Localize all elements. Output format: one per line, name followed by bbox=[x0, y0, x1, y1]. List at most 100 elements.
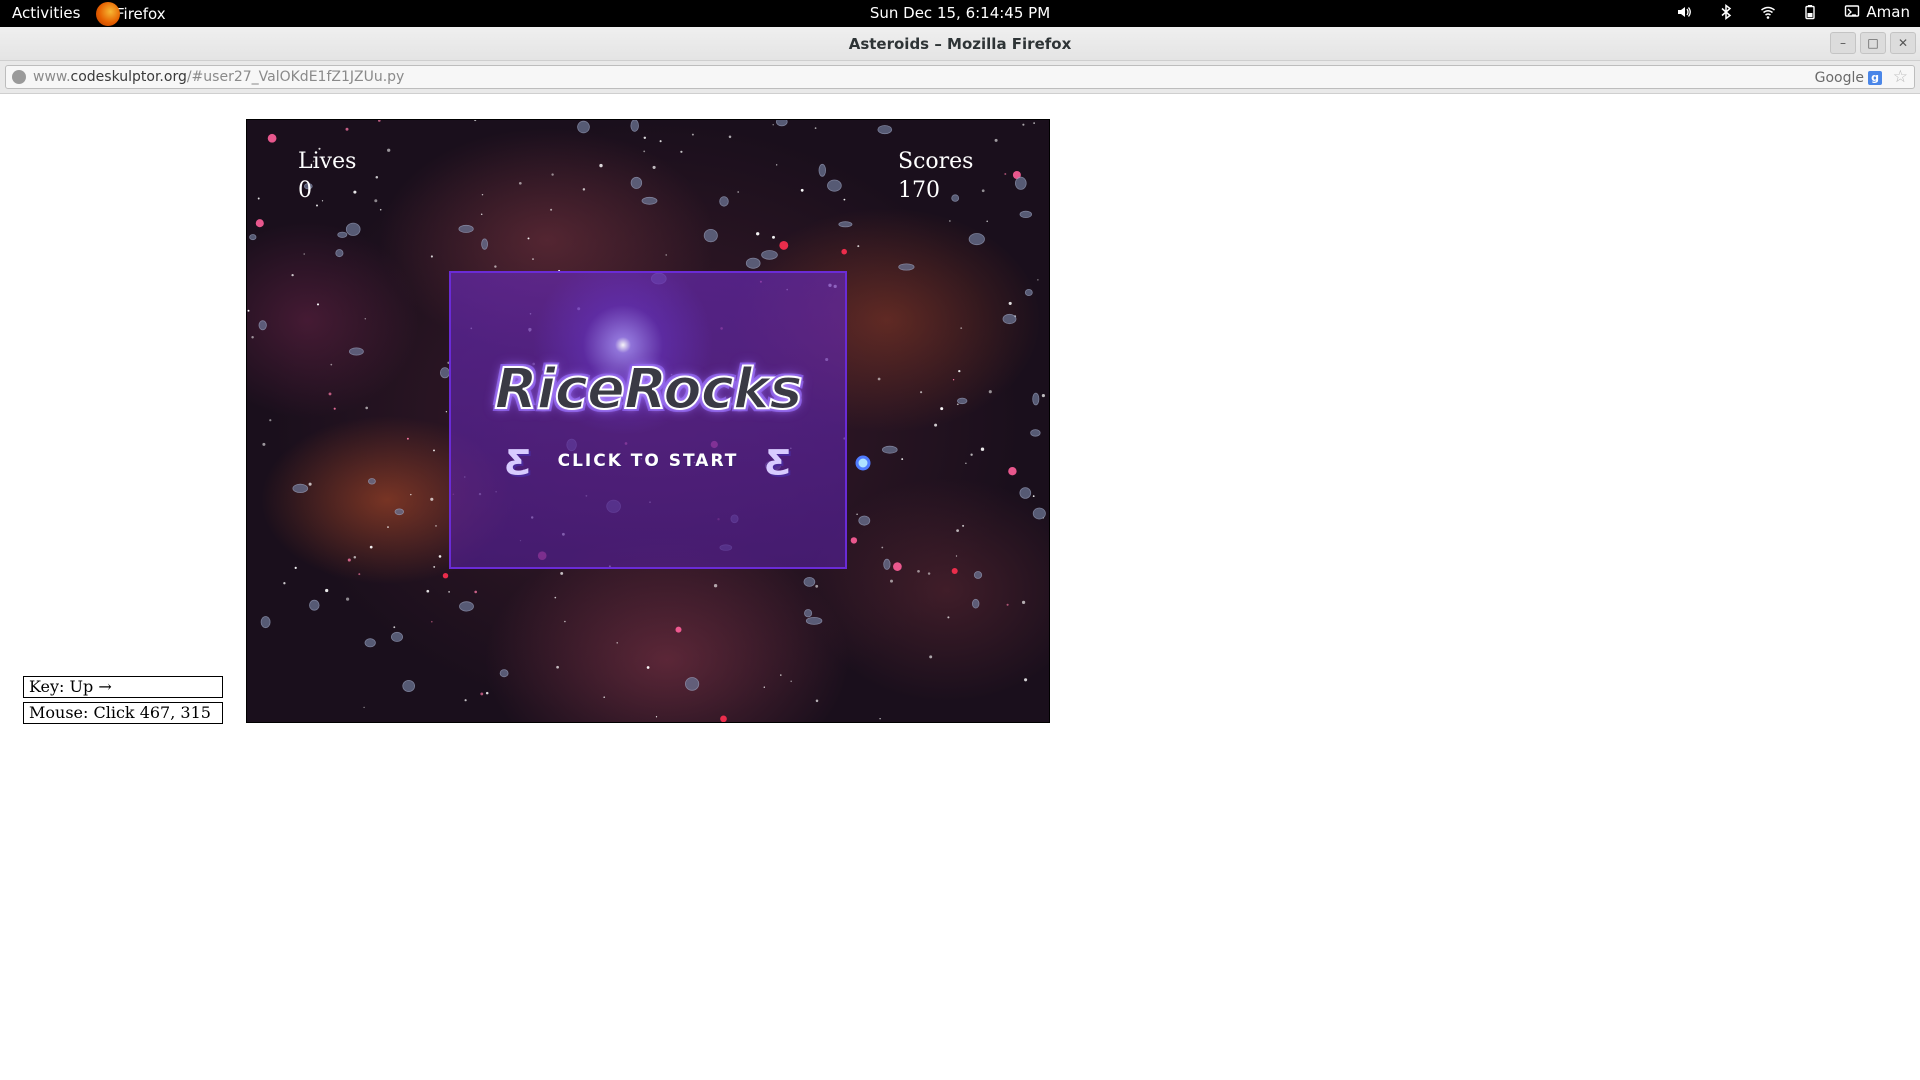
star bbox=[652, 165, 656, 169]
star bbox=[438, 555, 442, 558]
star bbox=[917, 569, 920, 573]
glowing-star bbox=[675, 626, 682, 633]
star bbox=[308, 482, 312, 486]
star bbox=[962, 524, 965, 527]
glowing-star bbox=[893, 562, 902, 571]
star bbox=[480, 692, 484, 696]
star bbox=[387, 148, 391, 152]
star bbox=[551, 173, 554, 176]
star bbox=[603, 696, 606, 699]
debris-rock bbox=[459, 601, 474, 612]
debris-rock bbox=[838, 221, 853, 228]
debris-rock bbox=[761, 250, 778, 260]
user-name: Aman bbox=[1866, 3, 1910, 21]
star bbox=[843, 198, 846, 201]
clock[interactable]: Sun Dec 15, 6:14:45 PM bbox=[870, 4, 1050, 22]
close-button[interactable]: ✕ bbox=[1890, 32, 1916, 54]
splash-title: RiceRocks bbox=[493, 356, 803, 423]
debris-rock bbox=[898, 263, 915, 271]
wifi-icon[interactable] bbox=[1760, 4, 1776, 20]
star bbox=[981, 189, 985, 193]
star bbox=[550, 208, 553, 211]
debris-rock bbox=[368, 478, 376, 485]
star bbox=[485, 691, 489, 695]
maximize-button[interactable]: □ bbox=[1860, 32, 1886, 54]
star bbox=[815, 699, 819, 703]
star bbox=[956, 529, 959, 532]
star bbox=[960, 327, 963, 329]
star bbox=[474, 120, 477, 122]
debris-rock bbox=[1019, 487, 1032, 499]
debris-rock bbox=[390, 631, 403, 642]
debris-rock bbox=[858, 515, 871, 526]
star bbox=[445, 411, 448, 413]
star bbox=[1006, 603, 1009, 606]
debris-rock bbox=[776, 120, 788, 127]
user-menu[interactable]: Aman bbox=[1844, 3, 1910, 21]
star bbox=[379, 208, 382, 211]
search-engine-indicator[interactable]: Google g bbox=[1815, 67, 1882, 89]
debris-rock bbox=[337, 231, 348, 238]
star bbox=[353, 190, 357, 194]
star bbox=[756, 232, 760, 236]
minimize-button[interactable]: – bbox=[1830, 32, 1856, 54]
glowing-star bbox=[779, 240, 789, 250]
volume-icon[interactable] bbox=[1676, 4, 1692, 20]
glowing-star bbox=[442, 572, 449, 579]
site-identity-icon[interactable] bbox=[12, 70, 26, 84]
system-tray: Aman bbox=[1676, 3, 1910, 21]
star bbox=[776, 164, 778, 166]
star bbox=[247, 309, 250, 312]
star bbox=[680, 150, 683, 153]
star bbox=[599, 163, 603, 168]
star bbox=[713, 584, 718, 588]
star bbox=[643, 136, 647, 140]
star bbox=[857, 245, 860, 248]
star bbox=[448, 591, 450, 593]
star bbox=[814, 127, 817, 129]
window-title-bar[interactable]: Asteroids – Mozilla Firefox – □ ✕ bbox=[0, 27, 1920, 61]
star bbox=[291, 273, 294, 277]
star bbox=[970, 453, 973, 456]
bluetooth-icon[interactable] bbox=[1718, 4, 1734, 20]
star bbox=[358, 573, 361, 576]
debris-rock bbox=[641, 196, 658, 205]
star bbox=[316, 303, 320, 306]
app-menu[interactable]: Firefox bbox=[96, 2, 166, 26]
url-bar[interactable]: www.codeskulptor.org/#user27_ValOKdE1fZ1… bbox=[5, 65, 1915, 89]
debris-rock bbox=[1032, 392, 1040, 406]
star bbox=[480, 213, 483, 215]
splash-screen[interactable]: RiceRocks Ƹ CLICK TO START Ƹ bbox=[449, 271, 847, 569]
star bbox=[949, 220, 951, 222]
debris-rock bbox=[972, 598, 980, 609]
bookmark-star-icon[interactable]: ☆ bbox=[1893, 66, 1908, 88]
firefox-icon bbox=[96, 2, 120, 26]
url-host: codeskulptor.org bbox=[70, 69, 187, 85]
debris-rock bbox=[973, 571, 983, 579]
debris-rock bbox=[394, 508, 405, 516]
star bbox=[262, 442, 266, 446]
star bbox=[481, 193, 484, 196]
activities-button[interactable]: Activities bbox=[12, 4, 80, 22]
star bbox=[474, 590, 478, 594]
star bbox=[927, 572, 931, 575]
star bbox=[387, 526, 389, 529]
star bbox=[433, 449, 435, 452]
url-text[interactable]: www.codeskulptor.org/#user27_ValOKdE1fZ1… bbox=[33, 66, 404, 88]
star bbox=[988, 390, 992, 394]
star bbox=[315, 204, 319, 207]
score-label: Scores bbox=[898, 149, 974, 174]
star bbox=[363, 706, 365, 709]
debris-rock bbox=[481, 238, 489, 250]
star bbox=[365, 406, 369, 410]
battery-icon[interactable] bbox=[1802, 4, 1818, 20]
star bbox=[737, 191, 740, 193]
star bbox=[364, 318, 367, 320]
star bbox=[554, 596, 557, 599]
star bbox=[815, 584, 819, 588]
search-engine-label: Google bbox=[1814, 70, 1864, 86]
debris-rock bbox=[364, 638, 376, 648]
game-canvas[interactable]: Lives 0 Scores 170 RiceRocks Ƹ CLICK TO … bbox=[246, 119, 1050, 723]
star bbox=[1037, 279, 1039, 281]
star bbox=[772, 124, 774, 126]
